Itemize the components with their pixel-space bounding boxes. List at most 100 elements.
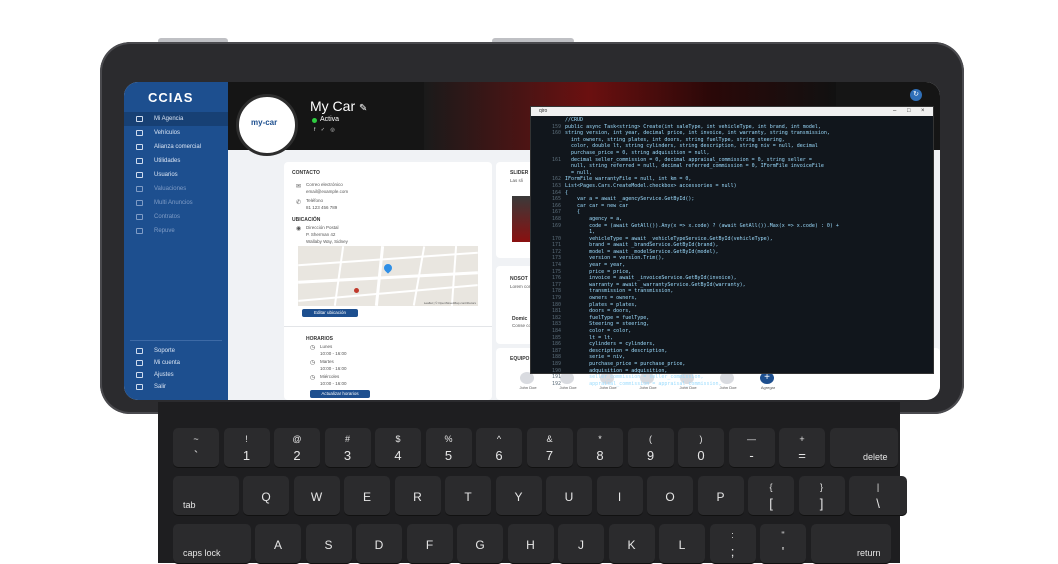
key-i[interactable]: I: [596, 476, 643, 516]
code-line: 160 string version, int year, decimal pri…: [531, 130, 933, 137]
code-line: 170 vehicleType = await _vehicleTypeServ…: [531, 236, 933, 243]
briefcase-icon: [136, 158, 143, 164]
close-icon[interactable]: ×: [921, 107, 925, 116]
key-shift-label: +: [799, 434, 805, 444]
key-k[interactable]: K: [608, 524, 655, 564]
key-6[interactable]: ^ 6: [476, 428, 522, 468]
key-f[interactable]: F: [406, 524, 453, 564]
maximize-icon[interactable]: □: [907, 107, 911, 116]
key-a[interactable]: A: [255, 524, 301, 564]
update-hours-button[interactable]: Actualizar horarios: [310, 390, 370, 398]
line-number: 192: [551, 380, 561, 387]
key-bracket[interactable]: | \: [849, 476, 907, 516]
key-label: H: [526, 538, 535, 552]
sidebar-item-multi-anuncios[interactable]: Multi Anuncios: [124, 196, 228, 210]
key--[interactable]: — -: [728, 428, 775, 468]
code-line: 166 car car = new car: [531, 203, 933, 210]
code-line: purchase_price = 0, string adquisition =…: [531, 150, 933, 157]
minimize-icon[interactable]: –: [893, 107, 896, 116]
line-number: 184: [551, 328, 561, 334]
hours-time: 10:00 - 16:00: [320, 351, 347, 356]
line-text: adquisition = adquisition,: [565, 367, 668, 374]
key-q[interactable]: Q: [243, 476, 289, 516]
key-shift-label: *: [598, 434, 602, 444]
help-chat-icon[interactable]: ↻: [910, 89, 922, 101]
key-j[interactable]: J: [558, 524, 604, 564]
key-label: 8: [596, 448, 604, 463]
key-1[interactable]: ! 1: [223, 428, 270, 468]
sidebar-item-vehiculos[interactable]: Vehículos: [124, 126, 228, 140]
key-bracket[interactable]: {[: [748, 476, 794, 516]
code-content[interactable]: //CRUD 159 public async Task<string> Creat…: [531, 117, 933, 387]
key-4[interactable]: $4: [375, 428, 421, 468]
key-t[interactable]: T: [445, 476, 491, 516]
line-text: invoice = await _invoiceService.GetById(…: [565, 275, 737, 282]
code-line: 179 owners = owners,: [531, 295, 933, 302]
sidebar-item-repuve[interactable]: Repuve: [124, 224, 228, 238]
sidebar-item-usuarios[interactable]: Usuarios: [124, 168, 228, 182]
key-8[interactable]: * 8: [577, 428, 623, 468]
key-5[interactable]: % 5: [425, 428, 472, 468]
key-o[interactable]: O: [647, 476, 693, 516]
map-marker-icon[interactable]: [382, 262, 394, 274]
key-punct[interactable]: :;: [709, 524, 756, 564]
code-line: 176 invoice = await _invoiceService.GetB…: [531, 275, 933, 282]
app-logo[interactable]: CCIAS: [148, 90, 193, 105]
sidebar-item-label: Alianza comercial: [154, 144, 202, 150]
key-7[interactable]: & 7: [526, 428, 573, 468]
key-label: F: [425, 538, 434, 552]
edit-icon[interactable]: ✎: [359, 103, 367, 114]
return-key[interactable]: return: [810, 524, 891, 564]
key-l[interactable]: L: [659, 524, 705, 564]
line-number: 177: [551, 281, 561, 288]
key-s[interactable]: S: [305, 524, 352, 564]
key-`[interactable]: ~ `: [173, 428, 219, 468]
sidebar-item-alianza[interactable]: Alianza comercial: [124, 140, 228, 154]
key-0[interactable]: ) 0: [678, 428, 724, 468]
map-poi-icon: [354, 288, 359, 293]
key-3[interactable]: #3: [324, 428, 371, 468]
phone-value[interactable]: 81 123 456 789: [306, 205, 337, 210]
address-line1: P. Sherman 42: [306, 232, 336, 237]
key-shift-label: &: [546, 434, 553, 444]
sidebar-item-contratos[interactable]: Contratos: [124, 210, 228, 224]
key-u[interactable]: U: [546, 476, 592, 516]
key-bracket[interactable]: }]: [798, 476, 845, 516]
hours-day: Miércoles: [320, 374, 340, 379]
email-value[interactable]: email@example.com: [306, 189, 348, 194]
sidebar-item-mi-agencia[interactable]: Mi Agencia: [124, 112, 228, 126]
sidebar-item-label: Repuve: [154, 228, 175, 234]
key-r[interactable]: R: [394, 476, 441, 516]
document-icon: [136, 214, 143, 220]
code-editor-window: qiro – □ × //CRUD 159 public async Task<st…: [530, 106, 934, 387]
key-=[interactable]: + =: [779, 428, 825, 468]
sidebar-item-label: Ajustes: [154, 372, 174, 378]
key-d[interactable]: D: [356, 524, 402, 564]
sidebar-item-utilidades[interactable]: Utilidades: [124, 154, 228, 168]
status-label: Activa: [320, 116, 340, 123]
key-y[interactable]: Y: [495, 476, 542, 516]
key-p[interactable]: P: [697, 476, 744, 516]
line-number: 190: [551, 367, 561, 374]
tab-key[interactable]: tab: [173, 476, 239, 516]
key-h[interactable]: H: [507, 524, 554, 564]
key-e[interactable]: E: [344, 476, 390, 516]
delete-key[interactable]: delete: [829, 428, 898, 468]
sidebar-item-salir[interactable]: Salir: [124, 380, 228, 394]
gear-icon: [136, 372, 143, 378]
code-line: 173 version = version.Trim(),: [531, 255, 933, 262]
line-text: brand = await _brandService.GetById(bran…: [565, 242, 719, 249]
edit-location-button[interactable]: Editar ubicación: [302, 309, 358, 317]
key-w[interactable]: W: [293, 476, 340, 516]
caps-lock-key[interactable]: caps lock: [173, 524, 251, 564]
location-map[interactable]: Leaflet | © OpenStreetMap contributors: [298, 246, 478, 306]
key-g[interactable]: G: [457, 524, 503, 564]
social-icons[interactable]: f ✓ ◎: [314, 127, 337, 133]
line-text: IFormFile warrantyFile = null, int km = …: [565, 176, 692, 183]
sidebar-item-valuaciones[interactable]: Valuaciones: [124, 182, 228, 196]
sidebar-item-label: Vehículos: [154, 130, 181, 136]
line-number: 182: [551, 314, 561, 321]
key-2[interactable]: @2: [274, 428, 320, 468]
key-punct[interactable]: " ': [760, 524, 806, 564]
key-9[interactable]: (9: [627, 428, 674, 468]
